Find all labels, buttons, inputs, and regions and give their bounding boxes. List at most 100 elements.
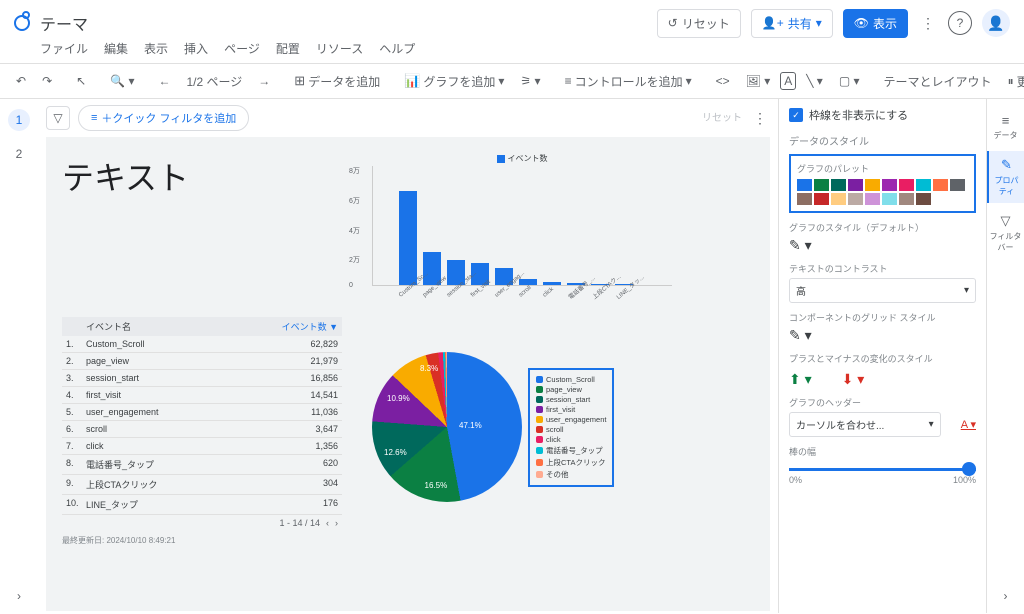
table-row[interactable]: 10.LINE_タップ176 xyxy=(62,495,342,515)
palette-color[interactable] xyxy=(831,193,846,205)
palette-color[interactable] xyxy=(814,193,829,205)
pointer-button[interactable]: ↖ xyxy=(70,70,92,92)
more-icon[interactable]: ⋮ xyxy=(918,13,938,33)
header-dropdown[interactable]: カーソルを合わせ...▾ xyxy=(789,412,941,437)
expand-pages-icon[interactable]: › xyxy=(17,589,21,603)
palette-color[interactable] xyxy=(865,193,880,205)
text-button[interactable]: A xyxy=(780,72,796,90)
palette-color[interactable] xyxy=(916,193,931,205)
bar-width-slider[interactable] xyxy=(789,468,976,471)
menu-view[interactable]: 表示 xyxy=(144,40,168,57)
table-row[interactable]: 8.電話番号_タップ620 xyxy=(62,455,342,475)
table-next[interactable]: › xyxy=(335,518,338,528)
theme-layout-button[interactable]: テーマとレイアウト xyxy=(878,69,998,94)
legend-item: page_view xyxy=(536,385,606,394)
table-row[interactable]: 9.上段CTAクリック304 xyxy=(62,475,342,495)
palette-color[interactable] xyxy=(797,193,812,205)
report-canvas[interactable]: テキスト イベント数 8万 6万 4万 2万 0 xyxy=(46,137,770,611)
help-icon[interactable]: ? xyxy=(948,11,972,35)
table-row[interactable]: 6.scroll3,647 xyxy=(62,421,342,438)
menu-resource[interactable]: リソース xyxy=(316,40,363,57)
app-logo xyxy=(14,15,30,31)
add-data-button[interactable]: ⊞データを追加 xyxy=(288,69,386,94)
legend-item: scroll xyxy=(536,425,606,434)
pie-chart[interactable]: 47.1% 16.5% 12.6% 10.9% 8.3% xyxy=(372,352,522,502)
legend-item: first_visit xyxy=(536,405,606,414)
menu-arrange[interactable]: 配置 xyxy=(276,40,300,57)
table-row[interactable]: 1.Custom_Scroll62,829 xyxy=(62,336,342,353)
table-row[interactable]: 7.click1,356 xyxy=(62,438,342,455)
table-row[interactable]: 2.page_view21,979 xyxy=(62,353,342,370)
doc-title[interactable]: テーマ xyxy=(40,11,88,35)
community-viz-button[interactable]: ⚞ ▾ xyxy=(514,70,546,92)
palette-color[interactable] xyxy=(882,193,897,205)
positive-style[interactable]: ⬆ ▾ xyxy=(789,371,812,388)
tab-properties[interactable]: ✎プロパティ xyxy=(987,151,1024,203)
menu-page[interactable]: ページ xyxy=(224,40,260,57)
page-prev[interactable]: ← xyxy=(153,70,177,92)
line-button[interactable]: ╲ ▾ xyxy=(800,70,829,92)
contrast-dropdown[interactable]: 高▾ xyxy=(789,278,976,303)
page-next[interactable]: → xyxy=(252,70,276,92)
palette-section: グラフのパレット xyxy=(789,154,976,213)
palette-color[interactable] xyxy=(814,179,829,191)
palette-color[interactable] xyxy=(797,179,812,191)
filter-icon[interactable]: ▽ xyxy=(46,106,70,130)
legend-item: click xyxy=(536,435,606,444)
tab-filterbar[interactable]: ▽フィルタバー xyxy=(987,207,1024,259)
page-thumb-2[interactable]: 2 xyxy=(8,143,30,165)
add-chart-button[interactable]: 📊グラフを追加 ▾ xyxy=(398,69,510,94)
canvas-more-icon[interactable]: ⋮ xyxy=(750,108,770,128)
table-row[interactable]: 5.user_engagement11,036 xyxy=(62,404,342,421)
palette-color[interactable] xyxy=(848,193,863,205)
shape-button[interactable]: ▢ ▾ xyxy=(833,70,866,92)
filter-reset[interactable]: リセット xyxy=(702,113,742,124)
image-button[interactable]: 🖼 ▾ xyxy=(740,70,777,92)
grid-style-dropdown[interactable]: ✎ ▾ xyxy=(789,327,812,343)
legend-item: その他 xyxy=(536,469,606,480)
palette-color[interactable] xyxy=(865,179,880,191)
palette-color[interactable] xyxy=(831,179,846,191)
menu-insert[interactable]: 挿入 xyxy=(184,40,208,57)
collapse-right-icon[interactable]: › xyxy=(1004,589,1008,603)
reset-button[interactable]: ↺ リセット xyxy=(657,9,741,38)
bar-chart[interactable]: イベント数 8万 6万 4万 2万 0 xyxy=(372,153,672,313)
bar-legend-label: イベント数 xyxy=(508,153,548,164)
quick-filter-button[interactable]: ≡ ＋クイック フィルタを追加 xyxy=(78,105,249,131)
chart-style-dropdown[interactable]: ✎ ▾ xyxy=(789,237,812,253)
palette-color[interactable] xyxy=(848,179,863,191)
text-component[interactable]: テキスト xyxy=(62,153,352,199)
embed-button[interactable]: <> xyxy=(710,70,736,92)
header-color[interactable]: A ▾ xyxy=(961,418,976,431)
palette-color[interactable] xyxy=(916,179,931,191)
avatar[interactable]: 👤 xyxy=(982,9,1010,37)
table-row[interactable]: 4.first_visit14,541 xyxy=(62,387,342,404)
palette-color[interactable] xyxy=(950,179,965,191)
undo-button[interactable]: ↶ xyxy=(10,70,32,92)
zoom-button[interactable]: 🔍 ▾ xyxy=(104,70,140,92)
menu-edit[interactable]: 編集 xyxy=(104,40,128,57)
pause-update-button[interactable]: ⏸ 更新を一時停止 xyxy=(1002,69,1024,94)
table-prev[interactable]: ‹ xyxy=(326,518,329,528)
page-thumb-1[interactable]: 1 xyxy=(8,109,30,131)
negative-style[interactable]: ⬇ ▾ xyxy=(842,371,865,388)
palette-color[interactable] xyxy=(899,179,914,191)
redo-button[interactable]: ↷ xyxy=(36,70,58,92)
share-button[interactable]: 👤+ 共有 ▾ xyxy=(751,9,833,38)
page-indicator: 1/2 ページ xyxy=(181,69,249,94)
legend-item: 電話番号_タップ xyxy=(536,445,606,456)
page-thumbnails: 1 2 › xyxy=(0,99,38,613)
data-table[interactable]: イベント名イベント数 ▼ 1.Custom_Scroll62,8292.page… xyxy=(62,317,342,531)
menu-file[interactable]: ファイル xyxy=(40,40,88,57)
palette-color[interactable] xyxy=(882,179,897,191)
legend-item: session_start xyxy=(536,395,606,404)
palette-color[interactable] xyxy=(933,179,948,191)
menu-help[interactable]: ヘルプ xyxy=(379,40,415,57)
tab-data[interactable]: ≡データ xyxy=(987,107,1024,147)
add-control-button[interactable]: ≡ コントロールを追加 ▾ xyxy=(559,69,698,94)
view-button[interactable]: 👁 表示 xyxy=(843,9,908,38)
table-row[interactable]: 3.session_start16,856 xyxy=(62,370,342,387)
hide-border-checkbox[interactable]: ✓枠線を非表示にする xyxy=(789,107,976,123)
pie-legend: Custom_Scrollpage_viewsession_startfirst… xyxy=(528,368,614,487)
palette-color[interactable] xyxy=(899,193,914,205)
